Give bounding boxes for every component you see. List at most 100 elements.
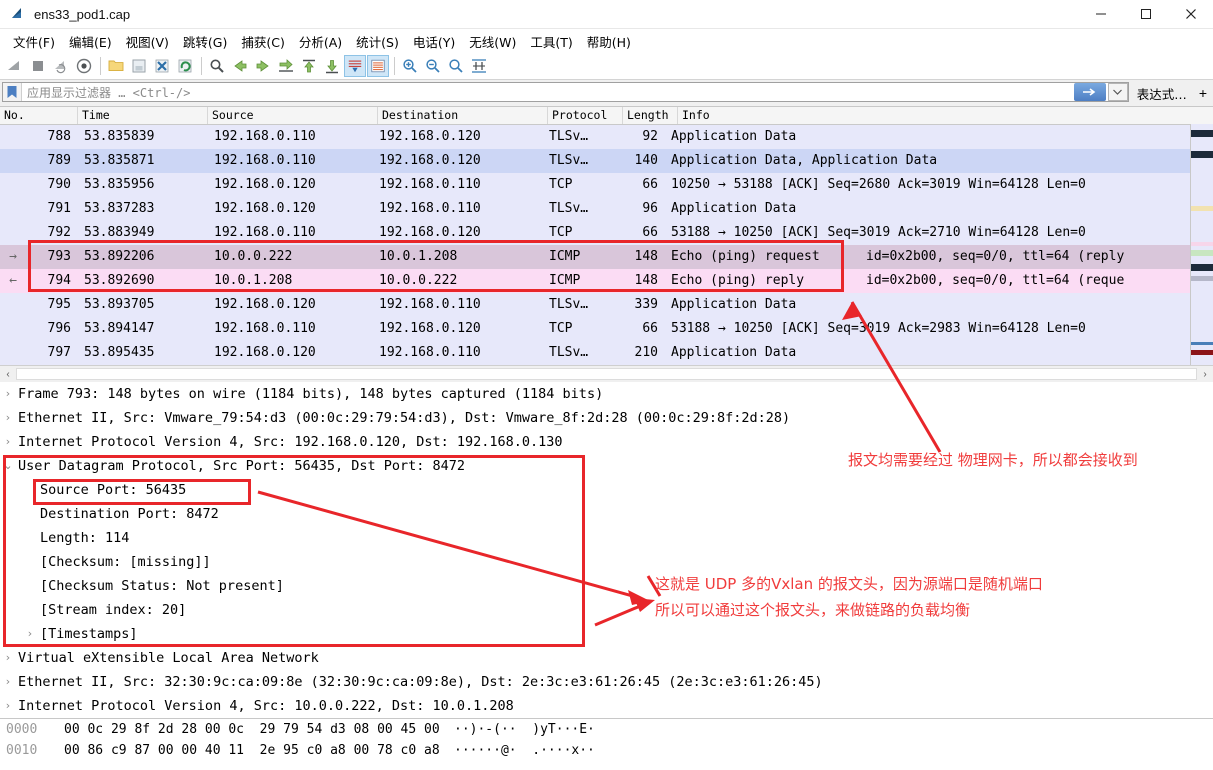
menu-edit[interactable]: 编辑(E) — [62, 30, 119, 53]
cell-protocol: ICMP — [549, 249, 581, 264]
go-forward-icon[interactable] — [252, 55, 274, 77]
go-first-packet-icon[interactable] — [298, 55, 320, 77]
close-icon[interactable] — [1168, 0, 1213, 28]
table-row[interactable]: 795 53.893705 192.168.0.120 192.168.0.110 TL… — [0, 293, 1213, 317]
detail-tree-item[interactable]: › [Timestamps] — [0, 622, 1213, 646]
table-row[interactable]: 791 53.837283 192.168.0.120 192.168.0.110 TL… — [0, 197, 1213, 221]
resize-columns-icon[interactable] — [468, 55, 490, 77]
chevron-down-icon[interactable]: ⌄ — [0, 454, 16, 478]
minimap-mark — [1191, 350, 1213, 355]
table-row[interactable]: → 793 53.892206 10.0.0.222 10.0.1.208 ICMP 148… — [0, 245, 1213, 269]
close-file-icon[interactable] — [151, 55, 173, 77]
column-header-no[interactable]: No. — [0, 107, 78, 124]
menu-wireless[interactable]: 无线(W) — [462, 30, 523, 53]
display-filter-input[interactable]: 应用显示过滤器 … <Ctrl-/> — [2, 82, 1129, 102]
column-header-time[interactable]: Time — [78, 107, 208, 124]
scroll-left-icon[interactable]: ‹ — [0, 369, 16, 380]
packet-list-minimap-scrollbar[interactable] — [1190, 124, 1213, 365]
chevron-right-icon[interactable]: › — [0, 694, 16, 718]
hex-offset: 0000 — [6, 722, 38, 737]
zoom-reset-icon[interactable] — [445, 55, 467, 77]
table-row[interactable]: 789 53.835871 192.168.0.110 192.168.0.120 TL… — [0, 149, 1213, 173]
go-back-icon[interactable] — [229, 55, 251, 77]
capture-options-icon[interactable] — [73, 55, 95, 77]
find-packet-icon[interactable] — [206, 55, 228, 77]
packet-bytes-pane[interactable]: 0000 00 0c 29 8f 2d 28 00 0c 29 79 54 d3 … — [0, 718, 1213, 761]
filter-expression-button[interactable]: 表达式… — [1129, 82, 1195, 104]
go-to-packet-icon[interactable] — [275, 55, 297, 77]
start-capture-icon[interactable] — [4, 55, 26, 77]
restart-capture-icon[interactable] — [50, 55, 72, 77]
column-header-info[interactable]: Info — [678, 107, 1213, 124]
menu-telephony[interactable]: 电话(Y) — [406, 30, 462, 53]
detail-tree-item[interactable]: › Internet Protocol Version 4, Src: 10.0.… — [0, 694, 1213, 718]
table-row[interactable]: 797 53.895435 192.168.0.120 192.168.0.110 TL… — [0, 341, 1213, 365]
save-file-icon[interactable] — [128, 55, 150, 77]
hex-dump-row[interactable]: 0000 00 0c 29 8f 2d 28 00 0c 29 79 54 d3 … — [0, 719, 1213, 740]
cell-length: 140 — [634, 153, 658, 168]
detail-tree-item[interactable]: › Virtual eXtensible Local Area Network — [0, 646, 1213, 670]
chevron-right-icon[interactable]: › — [0, 406, 16, 430]
detail-tree-item[interactable]: Length: 114 — [0, 526, 1213, 550]
menu-help[interactable]: 帮助(H) — [580, 30, 638, 53]
apply-filter-icon[interactable] — [1073, 83, 1106, 101]
minimize-icon[interactable] — [1078, 0, 1123, 28]
cell-protocol: TLSv… — [549, 297, 589, 312]
maximize-icon[interactable] — [1123, 0, 1168, 28]
detail-tree-item[interactable]: Destination Port: 8472 — [0, 502, 1213, 526]
menu-go[interactable]: 跳转(G) — [176, 30, 234, 53]
menu-view[interactable]: 视图(V) — [119, 30, 176, 53]
chevron-right-icon[interactable]: › — [0, 670, 16, 694]
column-header-length[interactable]: Length — [623, 107, 678, 124]
column-header-source[interactable]: Source — [208, 107, 378, 124]
menu-statistics[interactable]: 统计(S) — [349, 30, 406, 53]
stop-capture-icon[interactable] — [27, 55, 49, 77]
table-row[interactable]: 792 53.883949 192.168.0.110 192.168.0.120 TC… — [0, 221, 1213, 245]
auto-scroll-icon[interactable] — [344, 55, 366, 77]
chevron-right-icon[interactable]: › — [0, 646, 16, 670]
detail-tree-item[interactable]: Source Port: 56435 — [0, 478, 1213, 502]
detail-tree-item[interactable]: › Ethernet II, Src: Vmware_79:54:d3 (00:0… — [0, 406, 1213, 430]
reload-icon[interactable] — [174, 55, 196, 77]
scroll-right-icon[interactable]: › — [1197, 369, 1213, 380]
cell-info: Application Data, Application Data — [671, 153, 938, 168]
cell-destination: 192.168.0.120 — [379, 321, 481, 336]
cell-source: 10.0.0.222 — [214, 249, 293, 264]
menu-analyze[interactable]: 分析(A) — [292, 30, 349, 53]
detail-tree-item[interactable]: [Stream index: 20] — [0, 598, 1213, 622]
detail-tree-item[interactable]: [Checksum: [missing]] — [0, 550, 1213, 574]
table-row[interactable]: 790 53.835956 192.168.0.120 192.168.0.110 TC… — [0, 173, 1213, 197]
cell-destination: 192.168.0.110 — [379, 297, 481, 312]
chevron-right-icon[interactable]: › — [22, 622, 38, 646]
table-row[interactable]: ← 794 53.892690 10.0.1.208 10.0.0.222 ICMP 148… — [0, 269, 1213, 293]
add-filter-button[interactable]: + — [1195, 82, 1211, 104]
hex-dump-row[interactable]: 0010 00 86 c9 87 00 00 40 11 2e 95 c0 a8 … — [0, 740, 1213, 761]
zoom-in-icon[interactable] — [399, 55, 421, 77]
menu-capture[interactable]: 捕获(C) — [234, 30, 291, 53]
table-row[interactable]: 788 53.835839 192.168.0.110 192.168.0.120 TL… — [0, 125, 1213, 149]
minimap-mark — [1191, 151, 1213, 158]
cell-length: 148 — [634, 273, 658, 288]
window-title: ens33_pod1.cap — [34, 6, 131, 22]
detail-tree-item[interactable]: › Frame 793: 148 bytes on wire (1184 bits… — [0, 382, 1213, 406]
packet-detail-pane[interactable]: › Frame 793: 148 bytes on wire (1184 bits… — [0, 382, 1213, 718]
colorize-icon[interactable] — [367, 55, 389, 77]
packet-list-horizontal-scrollbar[interactable]: ‹ › — [0, 365, 1213, 382]
menu-file[interactable]: 文件(F) — [6, 30, 62, 53]
table-row[interactable]: 796 53.894147 192.168.0.110 192.168.0.120 TC… — [0, 317, 1213, 341]
chevron-right-icon[interactable]: › — [0, 430, 16, 454]
chevron-right-icon[interactable]: › — [0, 382, 16, 406]
cell-no: 790 — [47, 177, 71, 192]
scroll-track[interactable] — [16, 368, 1197, 380]
zoom-out-icon[interactable] — [422, 55, 444, 77]
menu-tools[interactable]: 工具(T) — [523, 30, 579, 53]
annotation-note-bottom-line2: 所以可以通过这个报文头，来做链路的负载均衡 — [655, 601, 971, 619]
go-last-packet-icon[interactable] — [321, 55, 343, 77]
chevron-down-icon[interactable] — [1107, 83, 1128, 101]
open-file-icon[interactable] — [105, 55, 127, 77]
bookmark-icon[interactable] — [3, 83, 22, 101]
column-header-protocol[interactable]: Protocol — [548, 107, 623, 124]
column-header-destination[interactable]: Destination — [378, 107, 548, 124]
detail-tree-item[interactable]: › Ethernet II, Src: 32:30:9c:ca:09:8e (32… — [0, 670, 1213, 694]
packet-list[interactable]: No. Time Source Destination Protocol Len… — [0, 107, 1213, 365]
